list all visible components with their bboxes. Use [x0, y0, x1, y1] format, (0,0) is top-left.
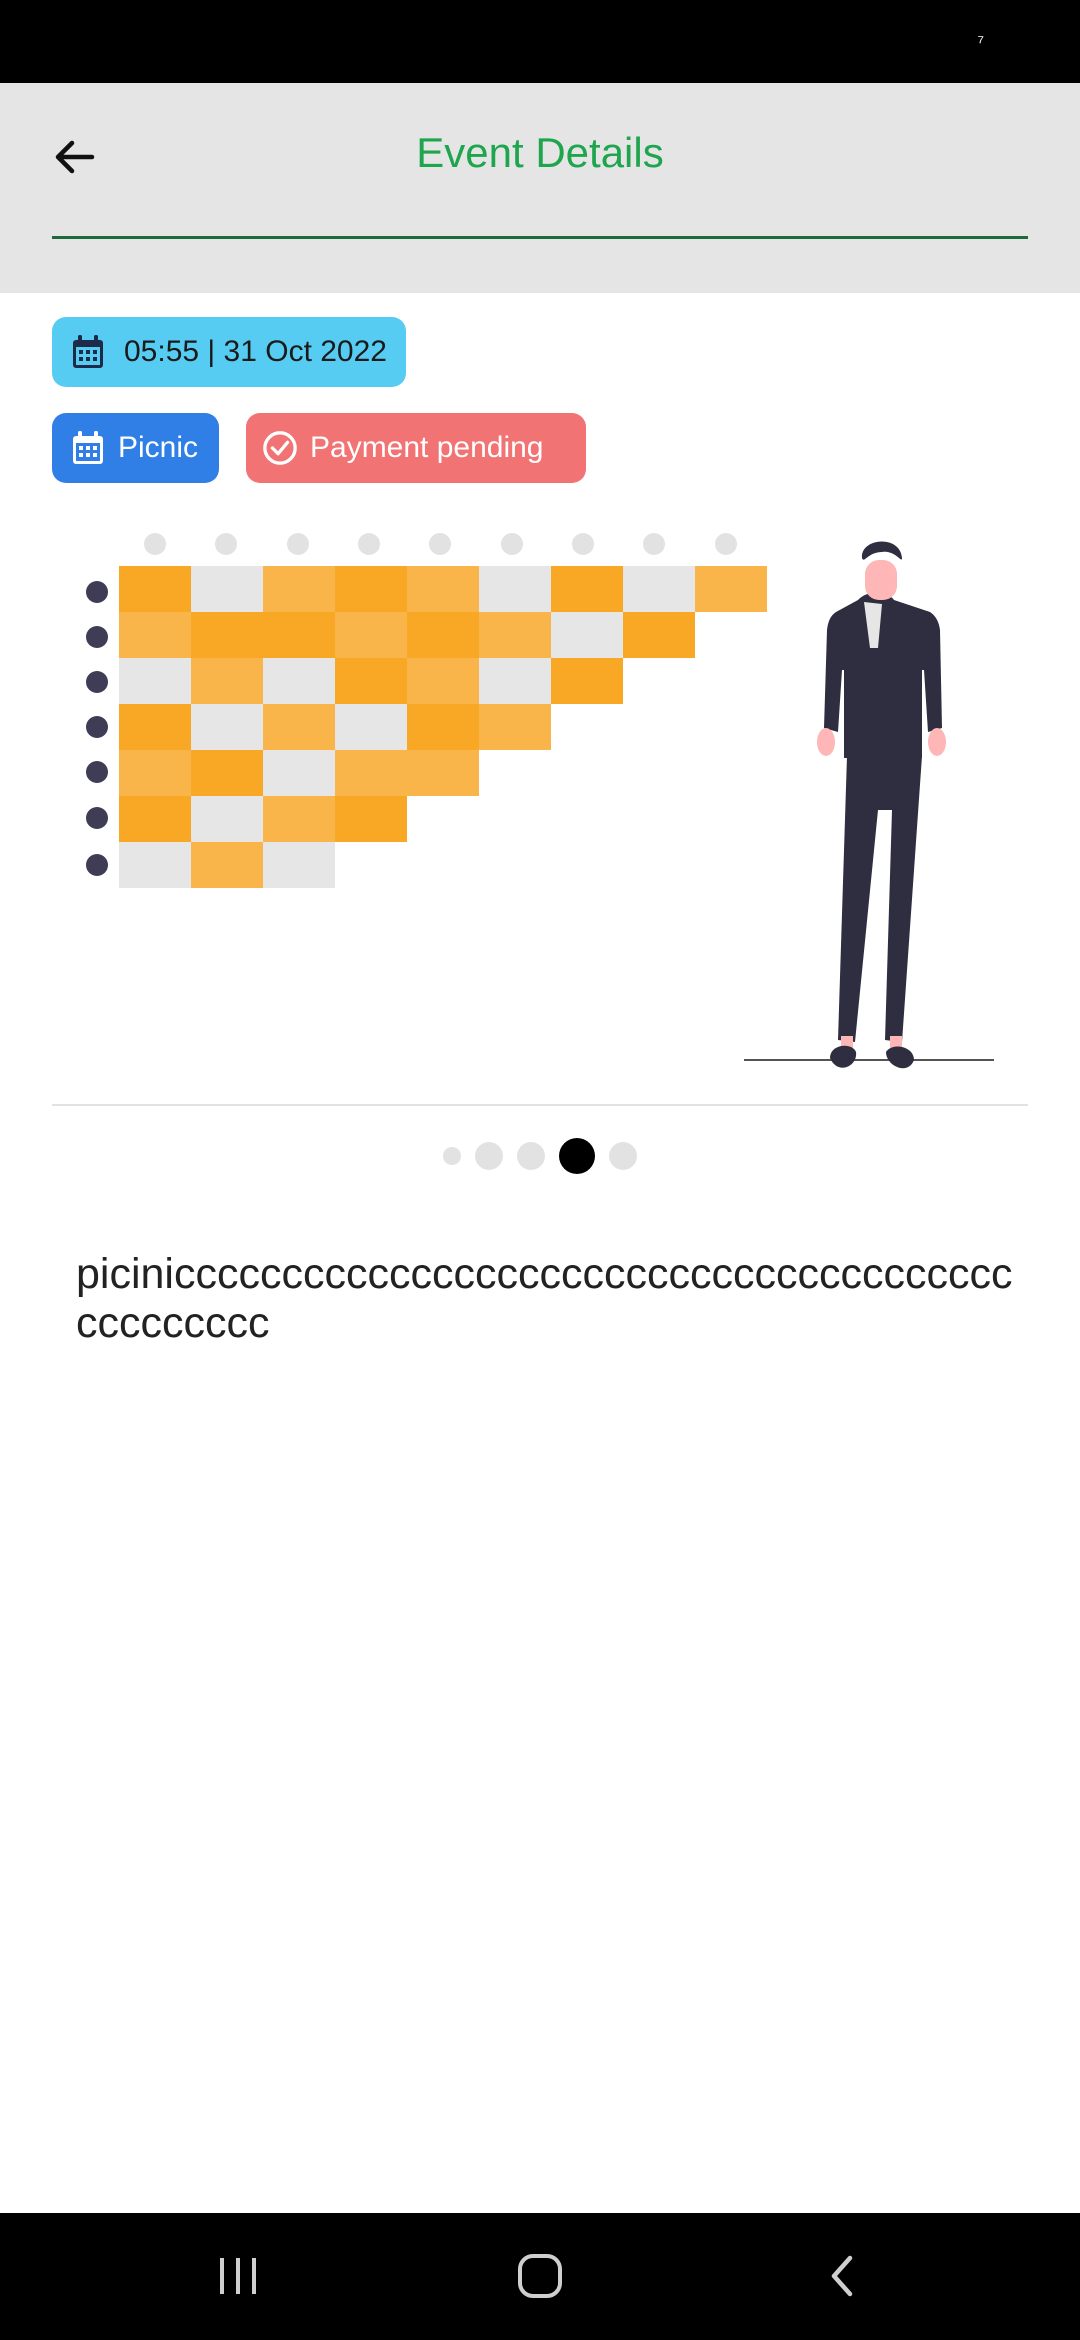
- system-back-button[interactable]: [802, 2243, 882, 2309]
- check-circle-icon: [262, 430, 298, 466]
- back-chevron-icon: [831, 2255, 853, 2297]
- calendar-icon: [70, 430, 106, 466]
- pager-dot-active[interactable]: [559, 1138, 595, 1174]
- pager-dot[interactable]: [609, 1142, 637, 1170]
- pager-dot[interactable]: [517, 1142, 545, 1170]
- event-datetime-chip: 05:55 | 31 Oct 2022: [52, 317, 406, 387]
- pager-dot[interactable]: [443, 1147, 461, 1165]
- content-divider: [52, 1104, 1028, 1106]
- carousel-illustration[interactable]: [52, 520, 1028, 1090]
- event-description: picinicccccccccccccccccccccccccccccccccc…: [76, 1250, 1013, 1347]
- home-icon: [518, 2254, 562, 2298]
- person-figure: [744, 541, 994, 1069]
- grid-row-dots: [86, 581, 108, 876]
- system-navigation-bar: [0, 2213, 1080, 2340]
- grid-header-dots: [144, 533, 737, 555]
- recents-icon: [220, 2258, 256, 2294]
- event-datetime-text: 05:55 | 31 Oct 2022: [124, 335, 387, 368]
- carousel-pager: [0, 1138, 1080, 1174]
- heatmap-grid: [119, 566, 767, 888]
- calendar-icon: [70, 334, 106, 370]
- status-notification-text: ⁷: [977, 32, 984, 52]
- page-title: Event Details: [416, 129, 664, 176]
- header-underline: [52, 236, 1028, 239]
- pager-dot[interactable]: [475, 1142, 503, 1170]
- event-category-text: Picnic: [118, 431, 199, 464]
- payment-status-chip: Payment pending: [246, 413, 586, 483]
- payment-status-text: Payment pending: [310, 431, 544, 464]
- home-button[interactable]: [500, 2243, 580, 2309]
- recents-button[interactable]: [198, 2243, 278, 2309]
- event-category-chip: Picnic: [52, 413, 219, 483]
- status-bar: ⁷: [0, 0, 1080, 83]
- app-header: Event Details: [0, 83, 1080, 293]
